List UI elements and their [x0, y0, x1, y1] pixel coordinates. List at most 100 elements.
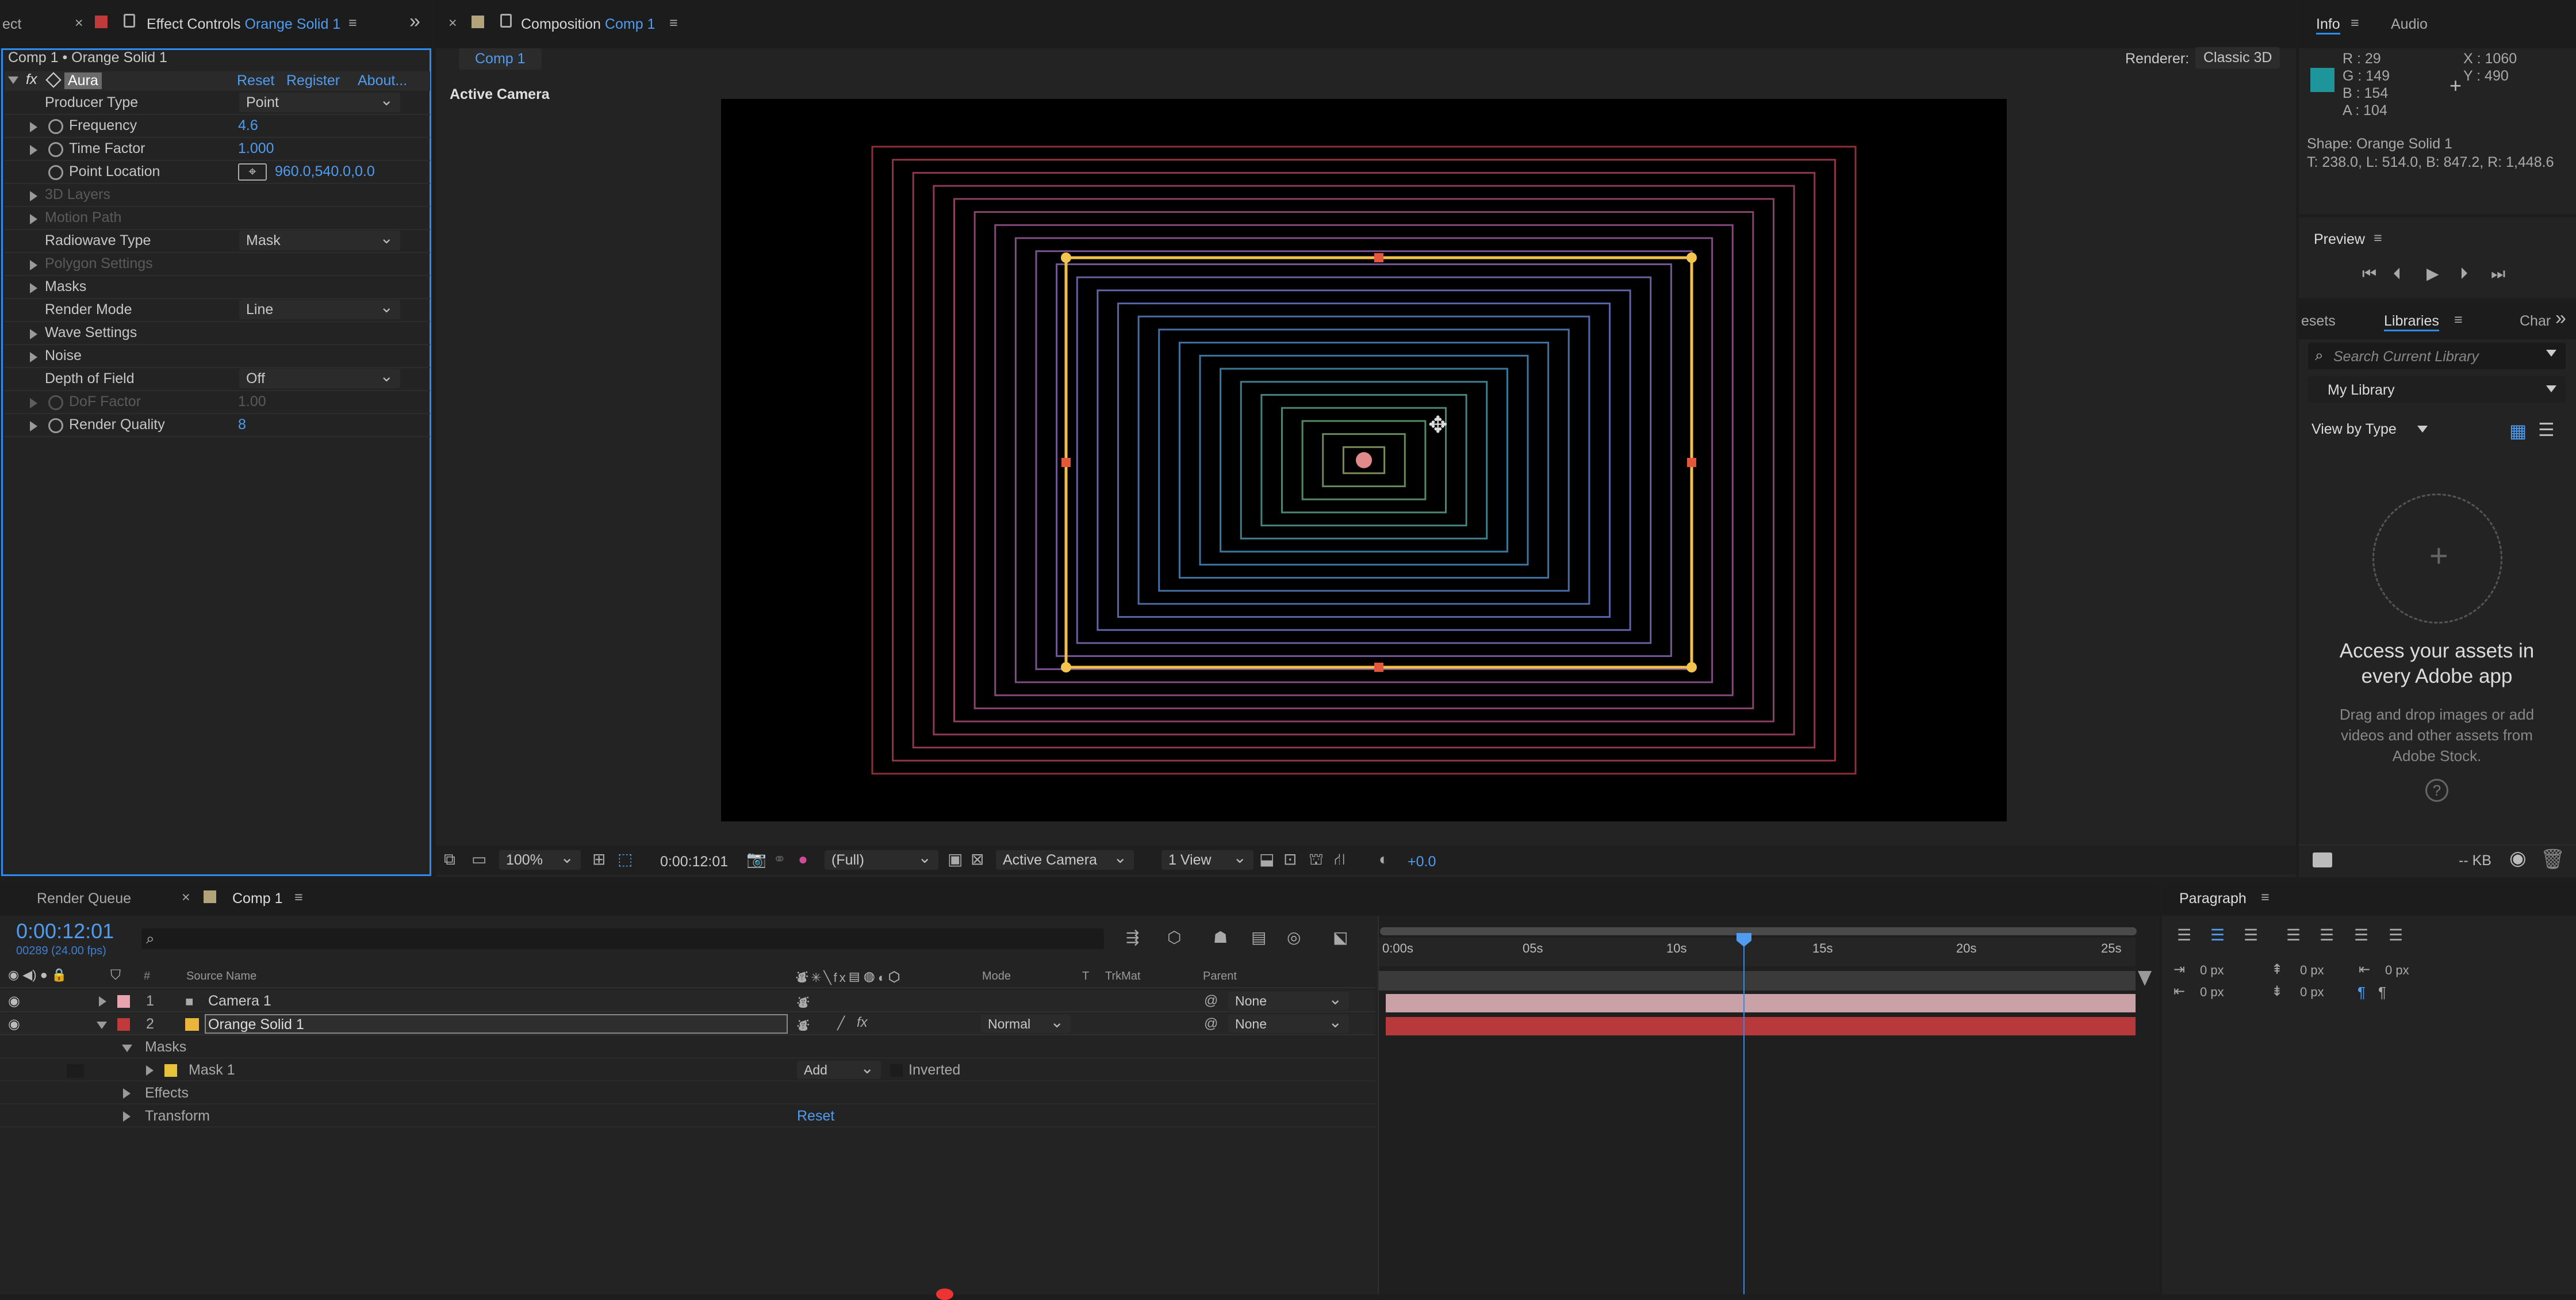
mask-vertex[interactable]: [1061, 253, 1071, 263]
switch-fx-icon[interactable]: fx: [857, 1015, 868, 1031]
twirl-icon[interactable]: [122, 1043, 139, 1054]
tab-composition[interactable]: Composition Comp 1: [521, 16, 655, 33]
layer-name-field[interactable]: Orange Solid 1: [205, 1014, 788, 1034]
comp-mini-flowchart-icon[interactable]: ⇶: [1126, 930, 1139, 946]
exposure-icon[interactable]: ◐: [1379, 851, 1389, 867]
help-icon[interactable]: ?: [2425, 779, 2448, 802]
time-factor-value[interactable]: 1.000: [238, 140, 274, 157]
sync-icon[interactable]: ◉: [2509, 847, 2527, 870]
stopwatch-icon[interactable]: [48, 418, 63, 433]
panel-expand-icon[interactable]: »: [2555, 307, 2566, 330]
grid-view-icon[interactable]: ▦: [2509, 420, 2527, 442]
toggle-pixel-icon[interactable]: ⬓: [1259, 851, 1274, 867]
exposure-value[interactable]: +0.0: [1408, 854, 1436, 870]
search-dropdown-icon[interactable]: [2546, 350, 2556, 357]
zoom-dropdown[interactable]: 100%: [499, 848, 581, 870]
close-tab-icon[interactable]: ×: [75, 15, 83, 32]
ltr-direction-icon[interactable]: ¶: [2358, 985, 2366, 1000]
masks-group-row[interactable]: Masks: [0, 1037, 1375, 1058]
tab-effect-controls[interactable]: Effect Controls Orange Solid 1: [147, 16, 340, 33]
stopwatch-icon[interactable]: [48, 119, 63, 134]
close-tab-icon[interactable]: ×: [448, 15, 457, 32]
solid-layer-bar[interactable]: [1386, 1017, 2136, 1035]
twirl-icon[interactable]: [30, 122, 44, 132]
panel-menu-icon[interactable]: ≡: [2454, 312, 2463, 328]
mask-handle[interactable]: [1374, 253, 1383, 262]
view-by-dropdown-icon[interactable]: [2417, 426, 2428, 433]
fast-previews-icon[interactable]: ⊡: [1283, 851, 1297, 867]
twirl-icon[interactable]: [30, 260, 44, 270]
point-location-handle[interactable]: [1356, 452, 1372, 468]
twirl-icon[interactable]: [123, 1088, 137, 1099]
layer-search-field[interactable]: ⌕: [141, 928, 1104, 949]
label-color[interactable]: [117, 1018, 130, 1031]
eye-icon[interactable]: ◉: [8, 993, 20, 1010]
prop-masks[interactable]: Masks: [5, 276, 430, 299]
camera-snapshot-icon[interactable]: 📷: [746, 851, 766, 867]
rtl-direction-icon[interactable]: ¶: [2378, 985, 2386, 1000]
viewer-canvas[interactable]: ✥: [721, 99, 2007, 821]
frame-blending-icon[interactable]: ▤: [1251, 930, 1266, 946]
twirl-icon[interactable]: [99, 996, 113, 1007]
transform-group-row[interactable]: Transform Reset: [0, 1106, 1375, 1127]
render-mode-dropdown[interactable]: Line: [239, 297, 400, 319]
library-search-field[interactable]: ⌕ Search Current Library: [2308, 343, 2566, 369]
lock-icon[interactable]: [500, 14, 512, 28]
first-frame-icon[interactable]: ⏮: [2362, 266, 2376, 282]
effect-name[interactable]: Aura: [64, 72, 102, 89]
render-quality-value[interactable]: 8: [238, 416, 246, 433]
next-frame-icon[interactable]: ⏵: [2460, 266, 2468, 282]
resolution-dropdown[interactable]: (Full): [825, 848, 938, 870]
twirl-icon[interactable]: [30, 145, 44, 155]
prop-3d-layers[interactable]: 3D Layers: [5, 184, 430, 207]
mask-vertex[interactable]: [1686, 253, 1697, 263]
twirl-icon[interactable]: [97, 1020, 114, 1031]
panel-menu-icon[interactable]: ≡: [2261, 889, 2270, 906]
mask-handle[interactable]: [1061, 458, 1071, 467]
tab-info[interactable]: Info: [2316, 16, 2340, 35]
effect-register-link[interactable]: Register: [286, 72, 340, 89]
list-view-icon[interactable]: ☰: [2538, 419, 2555, 441]
align-left-icon[interactable]: ☰: [2177, 927, 2191, 943]
paragraph-title[interactable]: Paragraph: [2179, 890, 2247, 907]
layer-name[interactable]: Camera 1: [208, 993, 271, 1010]
show-snapshot-icon[interactable]: ⚭: [773, 851, 786, 867]
prop-polygon-settings[interactable]: Polygon Settings: [5, 253, 430, 276]
layer-row-camera[interactable]: ◉ 1 ■ Camera 1 ⛇ @ None: [0, 989, 1375, 1012]
justify-left-icon[interactable]: ☰: [2286, 927, 2301, 943]
folder-icon[interactable]: [2313, 852, 2332, 867]
transform-reset-link[interactable]: Reset: [797, 1108, 834, 1125]
prop-wave-settings[interactable]: Wave Settings: [5, 322, 430, 345]
timeline-icon[interactable]: ⛫: [1309, 851, 1324, 867]
transparency-grid-icon[interactable]: ⊠: [971, 851, 984, 867]
parent-dropdown[interactable]: None: [1228, 1012, 1349, 1033]
frequency-value[interactable]: 4.6: [238, 117, 258, 134]
radiowave-type-dropdown[interactable]: Mask: [239, 228, 400, 250]
comp-marker-icon[interactable]: [2138, 971, 2152, 986]
effect-twirl-icon[interactable]: [8, 75, 25, 86]
view-dropdown[interactable]: Active Camera: [996, 848, 1134, 870]
twirl-icon[interactable]: [30, 191, 44, 201]
crosshair-picker-icon[interactable]: ⌖: [238, 163, 267, 181]
justify-center-icon[interactable]: ☰: [2320, 927, 2334, 943]
mask-color[interactable]: [164, 1064, 177, 1077]
indent-left-value[interactable]: 0 px: [2200, 963, 2224, 978]
stopwatch-icon[interactable]: [48, 142, 63, 157]
switch-shy-icon[interactable]: ⛇: [797, 1016, 810, 1034]
mask-handle[interactable]: [1687, 458, 1696, 467]
panel-menu-icon[interactable]: ≡: [2374, 230, 2382, 247]
region-of-interest-icon[interactable]: ▣: [948, 851, 963, 867]
align-center-icon[interactable]: ☰: [2210, 927, 2225, 943]
current-time[interactable]: 0:00:12:01: [660, 854, 728, 870]
twirl-icon[interactable]: [30, 214, 44, 224]
switch-quality-icon[interactable]: ╱: [837, 1016, 845, 1031]
prop-noise[interactable]: Noise: [5, 345, 430, 368]
producer-type-dropdown[interactable]: Point: [239, 90, 400, 112]
tab-audio[interactable]: Audio: [2391, 16, 2428, 33]
library-select[interactable]: My Library: [2308, 376, 2566, 403]
switch-shy-icon[interactable]: ⛇: [797, 993, 810, 1011]
panel-menu-icon[interactable]: ≡: [2351, 15, 2359, 32]
justify-right-icon[interactable]: ☰: [2354, 927, 2368, 943]
prop-motion-path[interactable]: Motion Path: [5, 207, 430, 230]
parent-pickwhip-icon[interactable]: @: [1204, 1016, 1218, 1032]
